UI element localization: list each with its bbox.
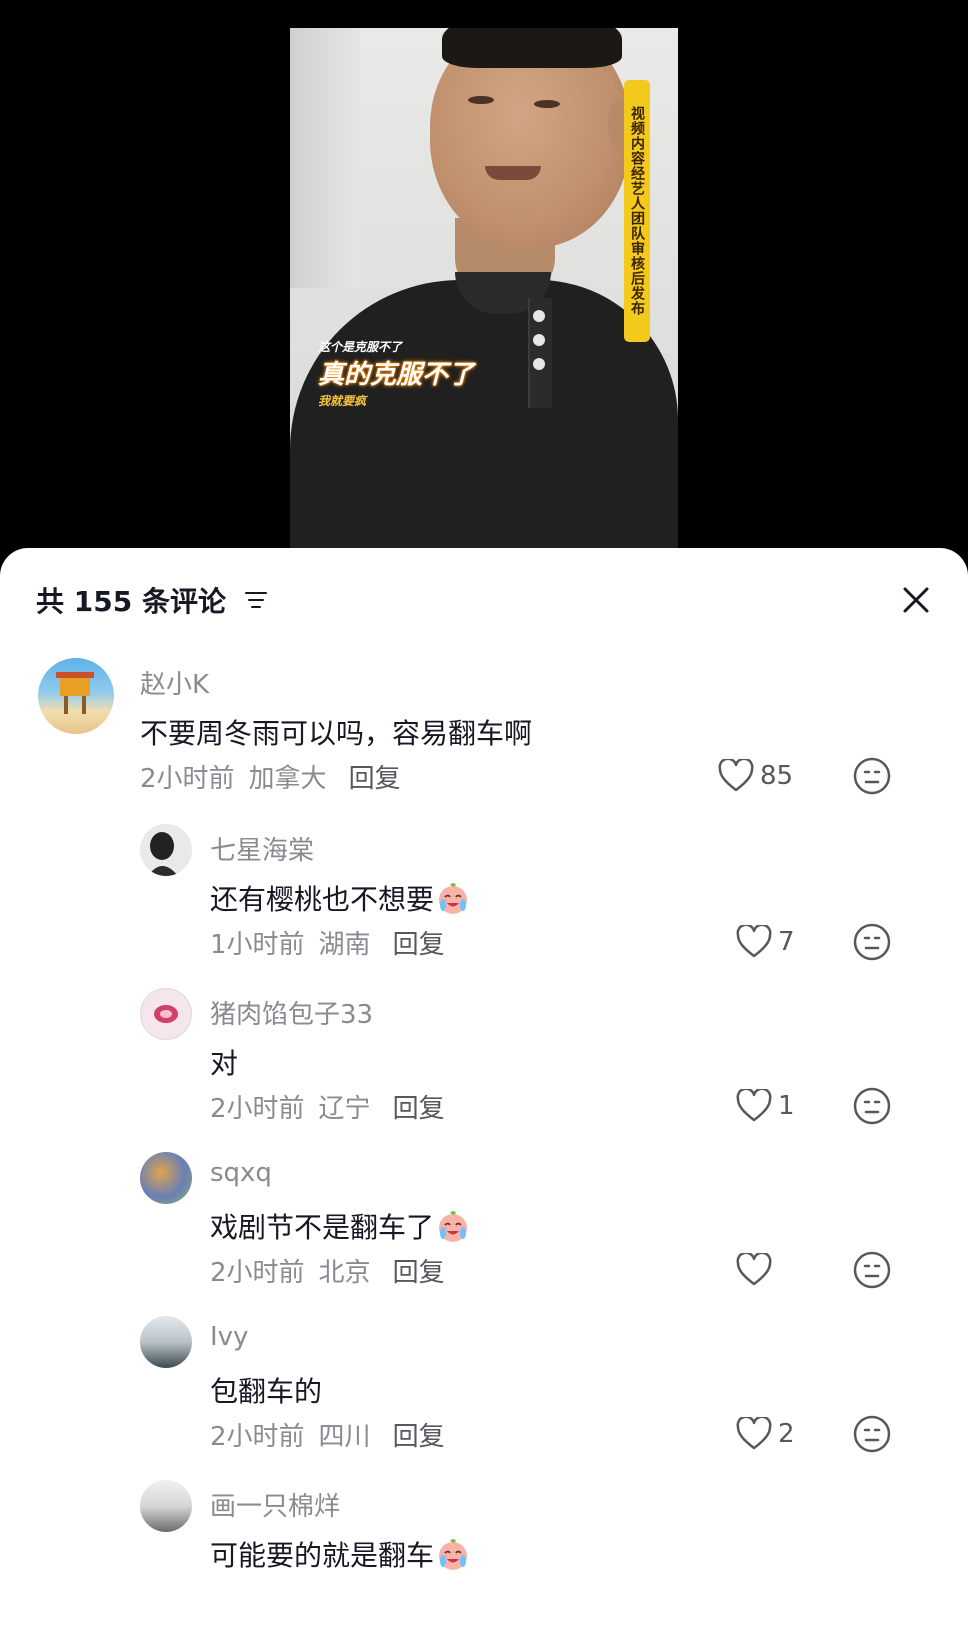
comment-meta: 1小时前 湖南 回复 [210,924,445,961]
person-eye [468,96,494,104]
like-button[interactable]: 7 [736,922,795,962]
comment-meta: 2小时前 北京 回复 [210,1252,445,1289]
reply-button[interactable]: 回复 [393,930,445,960]
like-count: 1 [778,1091,795,1121]
comment-meta: 2小时前 辽宁 回复 [210,1088,445,1125]
comment-meta: 2小时前 加拿大 回复 [140,758,401,795]
comment-username[interactable]: 猪肉馅包子33 [210,994,373,1031]
shirt-button [533,334,545,346]
neutral-face-icon[interactable] [852,1414,892,1454]
like-count: 2 [778,1419,795,1449]
reply-button[interactable]: 回复 [393,1422,445,1452]
avatar[interactable] [140,1480,192,1532]
reply-button[interactable]: 回复 [393,1258,445,1288]
neutral-face-icon[interactable] [852,922,892,962]
comment-text: 可能要的就是翻车 [210,1534,470,1574]
comment-username[interactable]: sqxq [210,1158,272,1188]
comment-username[interactable]: 七星海棠 [210,830,314,867]
avatar[interactable] [140,824,192,876]
heart-outline-icon [736,1253,772,1286]
person-eye [534,100,560,108]
comment-text: 对 [210,1047,239,1080]
reply-button[interactable]: 回复 [393,1094,445,1124]
comment-sheet: 共 155 条评论 赵小K 不要周冬雨可以吗，容易翻车啊 2小时前加拿大回复 [0,548,968,1644]
comment-text: 还有樱桃也不想要 [210,878,470,918]
crying-laughing-emoji-icon [439,1211,468,1242]
avatar[interactable] [140,988,192,1040]
video-vertical-caption: 视频内容经艺人团队审核后发布 [624,80,650,342]
video-background [290,28,360,288]
avatar[interactable] [38,658,114,734]
person-mouth [485,166,541,180]
shirt-button [533,358,545,370]
comment-meta: 2小时前 四川 回复 [210,1416,445,1453]
comment-time: 1小时前 [210,930,305,960]
heart-outline-icon [718,759,754,792]
comment-username[interactable]: 赵小K [140,664,209,701]
comment-location: 辽宁 [318,1094,371,1124]
crying-laughing-emoji-icon [439,1539,468,1570]
video-subtitle-sub: 我就要疯 [318,394,367,408]
comment-count-title: 共 155 条评论 [36,585,226,618]
heart-outline-icon [736,925,772,958]
heart-outline-icon [736,1089,772,1122]
comment-text-body: 戏剧节不是翻车了 [210,1211,435,1244]
video-frame[interactable]: 视频内容经艺人团队审核后发布 这个是克服不了 真的克服不了 我就要疯 [290,28,678,550]
comment-username[interactable]: 画一只棉烊 [210,1486,340,1523]
comment-text-body: 还有樱桃也不想要 [210,883,435,916]
crying-laughing-emoji-icon [439,883,468,914]
comment-text: 包翻车的 [210,1375,323,1408]
comment-sheet-header: 共 155 条评论 [0,548,968,648]
like-button[interactable]: 2 [736,1414,795,1454]
like-count: 85 [760,761,794,791]
shirt-button [533,310,545,322]
comment-time: 2小时前 [140,764,235,794]
video-player[interactable]: 视频内容经艺人团队审核后发布 这个是克服不了 真的克服不了 我就要疯 [0,0,968,550]
comment-time: 2小时前 [210,1258,305,1288]
comment-time: 2小时前 [210,1422,305,1452]
reply-button[interactable]: 回复 [349,764,401,794]
heart-outline-icon [736,1417,772,1450]
neutral-face-icon[interactable] [852,756,892,796]
like-button[interactable] [736,1250,778,1290]
comment-time: 2小时前 [210,1094,305,1124]
comment-text-body: 可能要的就是翻车 [210,1539,435,1572]
sort-filter-icon[interactable] [244,590,268,610]
comment-location: 四川 [318,1422,371,1452]
comment-location: 加拿大 [248,764,327,794]
avatar[interactable] [140,1316,192,1368]
avatar[interactable] [140,1152,192,1204]
neutral-face-icon[interactable] [852,1086,892,1126]
video-subtitle-main: 真的克服不了 [318,360,475,390]
like-count: 7 [778,927,795,957]
comment-location: 湖南 [318,930,371,960]
comment-text: 戏剧节不是翻车了 [210,1206,470,1246]
comment-username[interactable]: Ivy [210,1322,248,1352]
neutral-face-icon[interactable] [852,1250,892,1290]
video-subtitle-small: 这个是克服不了 [318,340,403,354]
close-icon[interactable] [900,584,932,616]
comment-location: 北京 [318,1258,371,1288]
person-hair [442,28,622,68]
like-button[interactable]: 85 [718,756,793,796]
like-button[interactable]: 1 [736,1086,795,1126]
person-shirt [290,280,678,550]
comment-text: 不要周冬雨可以吗，容易翻车啊 [140,717,533,750]
